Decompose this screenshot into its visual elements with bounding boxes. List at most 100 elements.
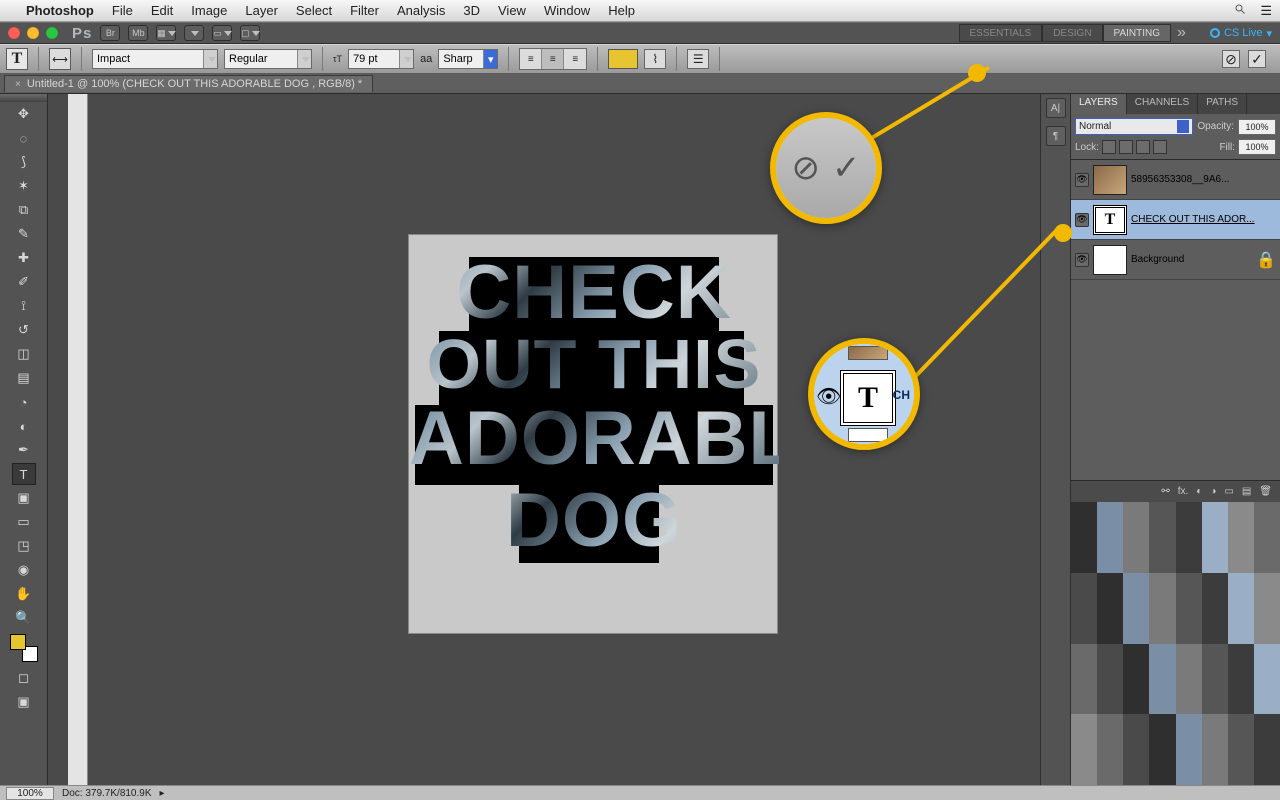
path-select-tool[interactable]: ▣ xyxy=(12,487,36,509)
visibility-toggle-icon[interactable]: 👁 xyxy=(1075,173,1089,187)
fill-input[interactable]: 100% xyxy=(1238,139,1276,155)
screen-mode-toggle[interactable]: ▣ xyxy=(12,691,36,713)
brush-tool[interactable]: ✐ xyxy=(12,271,36,293)
history-brush-tool[interactable]: ↺ xyxy=(12,319,36,341)
font-family-select[interactable] xyxy=(92,49,218,69)
align-right-button[interactable]: ≡ xyxy=(564,49,586,69)
trash-icon[interactable]: 🗑 xyxy=(1259,486,1272,497)
anti-alias-input[interactable] xyxy=(439,50,483,68)
move-tool[interactable]: ✥ xyxy=(12,103,36,125)
stamp-tool[interactable]: ⟟ xyxy=(12,295,36,317)
spotlight-icon[interactable] xyxy=(1234,3,1246,18)
gradient-tool[interactable]: ▤ xyxy=(12,367,36,389)
layer-row[interactable]: 👁 Background 🔒 xyxy=(1071,240,1280,280)
fg-bg-swatches[interactable] xyxy=(10,634,38,662)
group-icon[interactable]: ▭ xyxy=(1224,486,1233,497)
hand-tool[interactable]: ✋ xyxy=(12,583,36,605)
canvas-text-line-4[interactable]: DOG xyxy=(409,487,779,555)
text-color-swatch[interactable] xyxy=(608,49,638,69)
healing-tool[interactable]: ✚ xyxy=(12,247,36,269)
lock-position-icon[interactable] xyxy=(1136,140,1150,154)
document-tab[interactable]: × Untitled-1 @ 100% (CHECK OUT THIS ADOR… xyxy=(4,75,373,92)
visibility-toggle-icon[interactable]: 👁 xyxy=(1075,253,1089,267)
crop-tool[interactable]: ⧉ xyxy=(12,199,36,221)
layer-thumbnail[interactable]: T xyxy=(1093,205,1127,235)
view-extras-dropdown[interactable]: ▦ xyxy=(156,25,176,41)
cs-live-button[interactable]: CS Live▾ xyxy=(1210,27,1272,40)
lasso-tool[interactable]: ⟆ xyxy=(12,151,36,173)
screen-mode-dropdown[interactable]: ▢ xyxy=(240,25,260,41)
font-style-input[interactable] xyxy=(225,50,297,68)
menu-layer[interactable]: Layer xyxy=(245,3,278,18)
zoom-window-button[interactable] xyxy=(46,27,58,39)
align-center-button[interactable]: ≡ xyxy=(542,49,564,69)
font-size-input[interactable] xyxy=(349,50,399,68)
eraser-tool[interactable]: ◫ xyxy=(12,343,36,365)
zoom-percentage[interactable]: 100% xyxy=(6,787,54,800)
menu-window[interactable]: Window xyxy=(544,3,590,18)
character-panel-button[interactable]: ☰ xyxy=(687,49,709,69)
character-panel-icon[interactable]: A| xyxy=(1046,98,1066,118)
zoom-tool[interactable]: 🔍 xyxy=(12,607,36,629)
menu-help[interactable]: Help xyxy=(608,3,635,18)
workspace-essentials[interactable]: ESSENTIALS xyxy=(959,24,1043,42)
opacity-input[interactable]: 100% xyxy=(1238,119,1276,135)
zoom-level-dropdown[interactable] xyxy=(184,25,204,41)
type-tool[interactable]: T xyxy=(12,463,36,485)
menu-image[interactable]: Image xyxy=(191,3,227,18)
current-tool-preset[interactable]: T xyxy=(6,48,28,70)
align-left-button[interactable]: ≡ xyxy=(520,49,542,69)
tab-layers[interactable]: LAYERS xyxy=(1071,94,1127,114)
blend-mode-select[interactable]: Normal xyxy=(1075,118,1193,135)
warp-text-button[interactable]: ⌇ xyxy=(644,49,666,69)
canvas-text-line-3[interactable]: ADORABLE xyxy=(409,405,779,473)
lock-pixels-icon[interactable] xyxy=(1119,140,1133,154)
lock-all-icon[interactable] xyxy=(1153,140,1167,154)
layer-thumbnail[interactable] xyxy=(1093,165,1127,195)
menu-edit[interactable]: Edit xyxy=(151,3,173,18)
quick-select-tool[interactable]: ✶ xyxy=(12,175,36,197)
layer-name[interactable]: CHECK OUT THIS ADOR... xyxy=(1131,214,1276,225)
dodge-tool[interactable]: ◐ xyxy=(12,415,36,437)
close-tab-icon[interactable]: × xyxy=(15,79,21,90)
font-size-select[interactable] xyxy=(348,49,414,69)
tab-channels[interactable]: CHANNELS xyxy=(1127,94,1198,114)
text-orientation-toggle[interactable]: ⟷T xyxy=(49,48,71,70)
bridge-button[interactable]: Br xyxy=(100,25,120,41)
app-name[interactable]: Photoshop xyxy=(26,3,94,18)
anti-alias-select[interactable]: ▾ xyxy=(438,49,498,69)
workspace-painting[interactable]: PAINTING xyxy=(1103,24,1171,42)
layer-row[interactable]: 👁 58956353308__9A6... xyxy=(1071,160,1280,200)
minibridge-button[interactable]: Mb xyxy=(128,25,148,41)
navigator-preview[interactable] xyxy=(1071,502,1280,785)
lock-transparency-icon[interactable] xyxy=(1102,140,1116,154)
canvas-text-line-2[interactable]: OUT THIS xyxy=(409,333,779,396)
menu-3d[interactable]: 3D xyxy=(463,3,480,18)
visibility-toggle-icon[interactable]: 👁 xyxy=(1075,213,1089,227)
mask-icon[interactable]: ◐ xyxy=(1196,486,1202,497)
quick-mask-toggle[interactable]: ◻ xyxy=(12,667,36,689)
fx-icon[interactable]: fx. xyxy=(1178,486,1189,497)
workspace-design[interactable]: DESIGN xyxy=(1042,24,1102,42)
status-menu-icon[interactable]: ▸ xyxy=(160,788,165,799)
layer-name[interactable]: Background xyxy=(1131,254,1252,265)
shape-tool[interactable]: ▭ xyxy=(12,511,36,533)
menu-file[interactable]: File xyxy=(112,3,133,18)
eyedropper-tool[interactable]: ✎ xyxy=(12,223,36,245)
font-style-select[interactable] xyxy=(224,49,312,69)
tab-paths[interactable]: PATHS xyxy=(1198,94,1247,114)
3d-tool[interactable]: ◳ xyxy=(12,535,36,557)
3d-camera-tool[interactable]: ◉ xyxy=(12,559,36,581)
menu-select[interactable]: Select xyxy=(296,3,332,18)
canvas-text-line-1[interactable]: CHECK xyxy=(409,259,779,327)
cancel-edits-button[interactable]: ⊘ xyxy=(1222,50,1240,68)
minimize-window-button[interactable] xyxy=(27,27,39,39)
new-layer-icon[interactable]: ▤ xyxy=(1242,486,1251,497)
commit-edits-button[interactable]: ✓ xyxy=(1248,50,1266,68)
menu-extras-icon[interactable]: ☰ xyxy=(1260,3,1272,19)
workspace-more-icon[interactable]: » xyxy=(1171,24,1192,42)
adjustment-icon[interactable]: ◑ xyxy=(1210,486,1216,497)
vertical-ruler[interactable] xyxy=(68,94,88,785)
pen-tool[interactable]: ✒ xyxy=(12,439,36,461)
menu-view[interactable]: View xyxy=(498,3,526,18)
